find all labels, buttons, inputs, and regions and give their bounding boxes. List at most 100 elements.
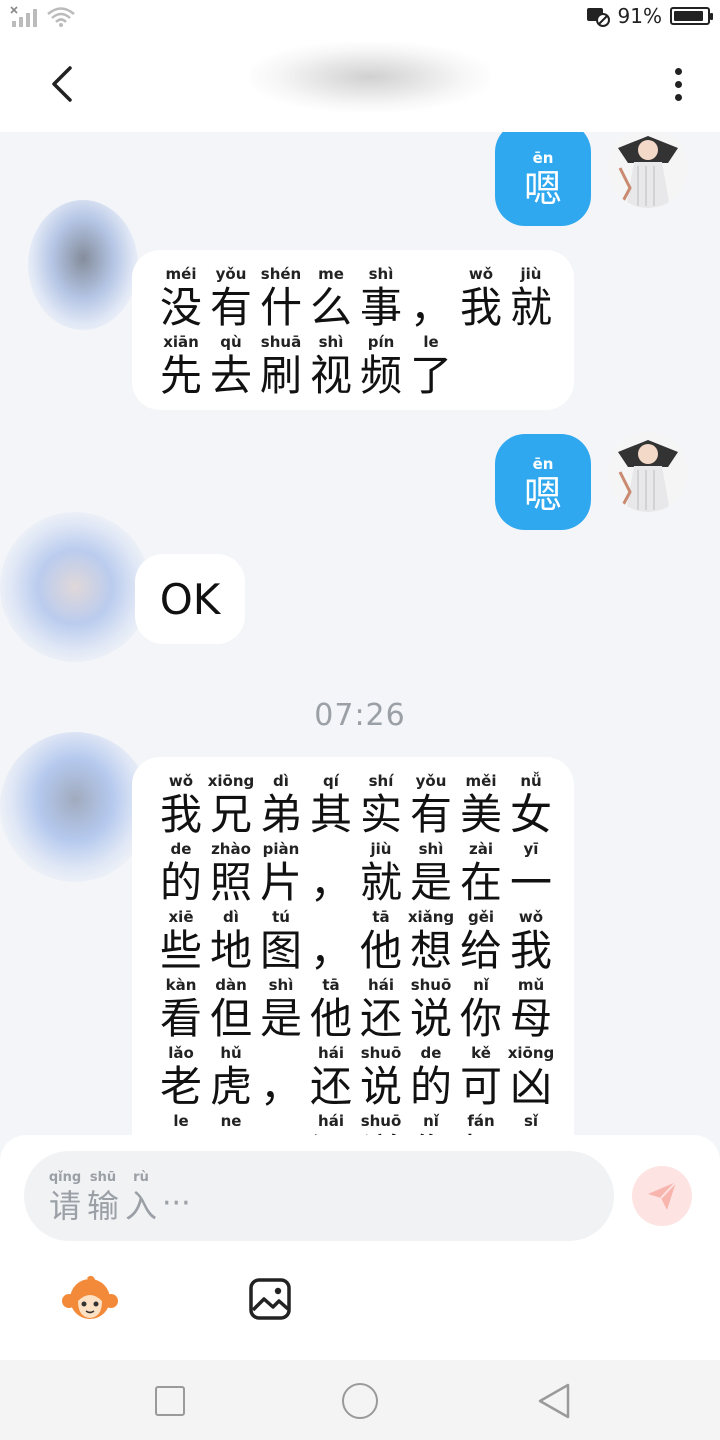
anime-avatar-image (608, 432, 688, 512)
pinyin: qǐng (48, 1170, 82, 1185)
pinyin: méi (165, 265, 197, 283)
pinyin: shì (268, 976, 294, 994)
chat-messages[interactable]: ēn 嗯 méi 没 yǒu 有 shén 什 me 么 shì 事， wǒ 我 jiù 就 xiān 先 qù… (0, 132, 720, 1135)
back-button[interactable] (40, 62, 84, 106)
hanzi: 还 (309, 1062, 352, 1111)
message-input[interactable]: qǐng 请 shū 输 rù 入 ··· (24, 1151, 614, 1241)
pinyin: le (423, 333, 439, 351)
message-line: le了ne呢，hái还shuō说nǐ你fán烦sǐ死 (156, 1111, 574, 1135)
placeholder-char: shū 输 (84, 1169, 122, 1225)
hanzi: 是 (409, 858, 452, 907)
ruby-char: jiù 就 (506, 264, 556, 332)
hanzi: 嗯 (523, 167, 562, 211)
chevron-left-icon (52, 66, 72, 102)
pinyin: yǒu (215, 265, 247, 283)
pinyin: ne (220, 1112, 242, 1130)
ruby-char: shí 实 (356, 771, 406, 839)
circle-icon[interactable] (342, 1383, 378, 1419)
square-icon[interactable] (155, 1386, 185, 1416)
message-bubble-sent[interactable]: ēn 嗯 (495, 132, 591, 226)
pinyin: mǔ (517, 976, 545, 994)
hanzi: 兄 (209, 790, 252, 839)
ruby-char: yǒu 有 (406, 771, 456, 839)
pinyin: de (170, 840, 192, 858)
hanzi: 么 (309, 283, 352, 332)
composer-panel: qǐng 请 shū 输 rù 入 ··· (0, 1135, 720, 1360)
ruby-char: zài 在 (456, 839, 506, 907)
contact-avatar-redacted[interactable] (28, 200, 138, 330)
ruby-char: hái还 (306, 1043, 356, 1111)
ruby-char: me 么 (306, 264, 356, 332)
more-options-button[interactable] (658, 62, 698, 106)
pinyin: nǚ (520, 772, 542, 790)
hanzi: 实 (359, 790, 402, 839)
ruby-char: shì 是 (406, 839, 456, 907)
ruby-char: nǐ你 (456, 975, 506, 1043)
pinyin: shì (368, 265, 394, 283)
contact-avatar-redacted[interactable] (0, 732, 150, 882)
pinyin: ēn (532, 455, 554, 473)
message-line: kàn 看 dàn 但 shì 是 tā 他 hái 还 shuō 说 nǐ 你 mǔ 母 (156, 975, 574, 1043)
hanzi: 说 (359, 1062, 402, 1111)
message-line: wǒ 我 xiōng 兄 dì 弟 qí 其 shí 实 yǒu 有 měi 美 nǚ 女 (156, 771, 574, 839)
emoji-button[interactable] (60, 1275, 120, 1325)
system-navigation-bar (0, 1360, 720, 1440)
message-bubble-sent[interactable]: ēn 嗯 (495, 434, 591, 530)
ruby-char: shuō说 (406, 975, 456, 1043)
ruby-char: le了 (156, 1111, 206, 1135)
pinyin: jiù (520, 265, 542, 283)
monkey-emoji-icon (62, 1275, 118, 1319)
triangle-back-icon[interactable] (536, 1382, 572, 1420)
send-icon (648, 1181, 677, 1210)
ruby-char: dì 地 (206, 907, 256, 975)
message-line: lǎo 老 hǔ 虎， hái 还 shuō 说 de 的 kě 可 xiōng 凶 (156, 1043, 574, 1111)
battery-fill (674, 11, 704, 21)
pinyin: kàn (165, 976, 197, 994)
contact-avatar-redacted[interactable] (0, 512, 150, 662)
battery-percentage: 91% (617, 4, 662, 28)
self-avatar[interactable] (608, 432, 688, 512)
ruby-char: xiōng 凶 (506, 1043, 556, 1111)
pinyin: xiǎng (407, 908, 455, 926)
pinyin: hái (318, 1112, 344, 1130)
hanzi: 什 (259, 283, 302, 332)
message-bubble-received[interactable]: wǒ 我 xiōng 兄 dì 弟 qí 其 shí 实 yǒu 有 měi 美 nǚ 女 de 的 zhào 照 pi… (132, 757, 574, 1135)
hanzi: 请 (48, 1187, 81, 1225)
send-button[interactable] (632, 1166, 692, 1226)
pinyin: de (420, 1044, 442, 1062)
anime-avatar-image (608, 132, 688, 208)
status-bar: 91% (0, 0, 720, 36)
ruby-char: nǐ你 (406, 1111, 456, 1135)
self-avatar[interactable] (608, 132, 688, 208)
hanzi: 去 (209, 351, 252, 400)
ruby-char: hǔ 虎 (206, 1043, 256, 1111)
hanzi: 的 (409, 1062, 452, 1111)
hanzi: 母 (509, 994, 552, 1043)
hanzi: 的 (159, 858, 202, 907)
pinyin: shì (418, 840, 444, 858)
pinyin: zhào (211, 840, 251, 858)
pinyin: rù (133, 1170, 149, 1185)
ruby-char: hái还 (356, 975, 406, 1043)
message-bubble-received[interactable]: méi 没 yǒu 有 shén 什 me 么 shì 事， wǒ 我 jiù 就 xiān 先 qù 去 shuā… (132, 250, 574, 410)
image-picker-button[interactable] (248, 1277, 292, 1321)
pinyin: qí (323, 772, 339, 790)
ruby-char: gěi 给 (456, 907, 506, 975)
ruby-char: wǒ 我 (456, 264, 506, 332)
pinyin: sǐ (523, 1112, 539, 1130)
hanzi: 是 (259, 994, 302, 1043)
pinyin: gěi (467, 908, 495, 926)
ruby-char: dàn 但 (206, 975, 256, 1043)
ruby-char: de 的 (156, 839, 206, 907)
pinyin: tā (322, 976, 340, 994)
hanzi: 在 (459, 858, 502, 907)
ruby-char: tā 他 (356, 907, 406, 975)
message-bubble-received[interactable]: OK (135, 554, 245, 644)
ruby-char: ne呢 (206, 1111, 256, 1135)
message-line: méi 没 yǒu 有 shén 什 me 么 shì 事， wǒ 我 jiù 就 (156, 264, 574, 332)
hanzi: 说 (409, 994, 452, 1043)
pinyin: xiōng (207, 772, 255, 790)
ruby-char: xiē 些 (156, 907, 206, 975)
wifi-icon (47, 7, 75, 27)
pinyin: shì (318, 333, 344, 351)
